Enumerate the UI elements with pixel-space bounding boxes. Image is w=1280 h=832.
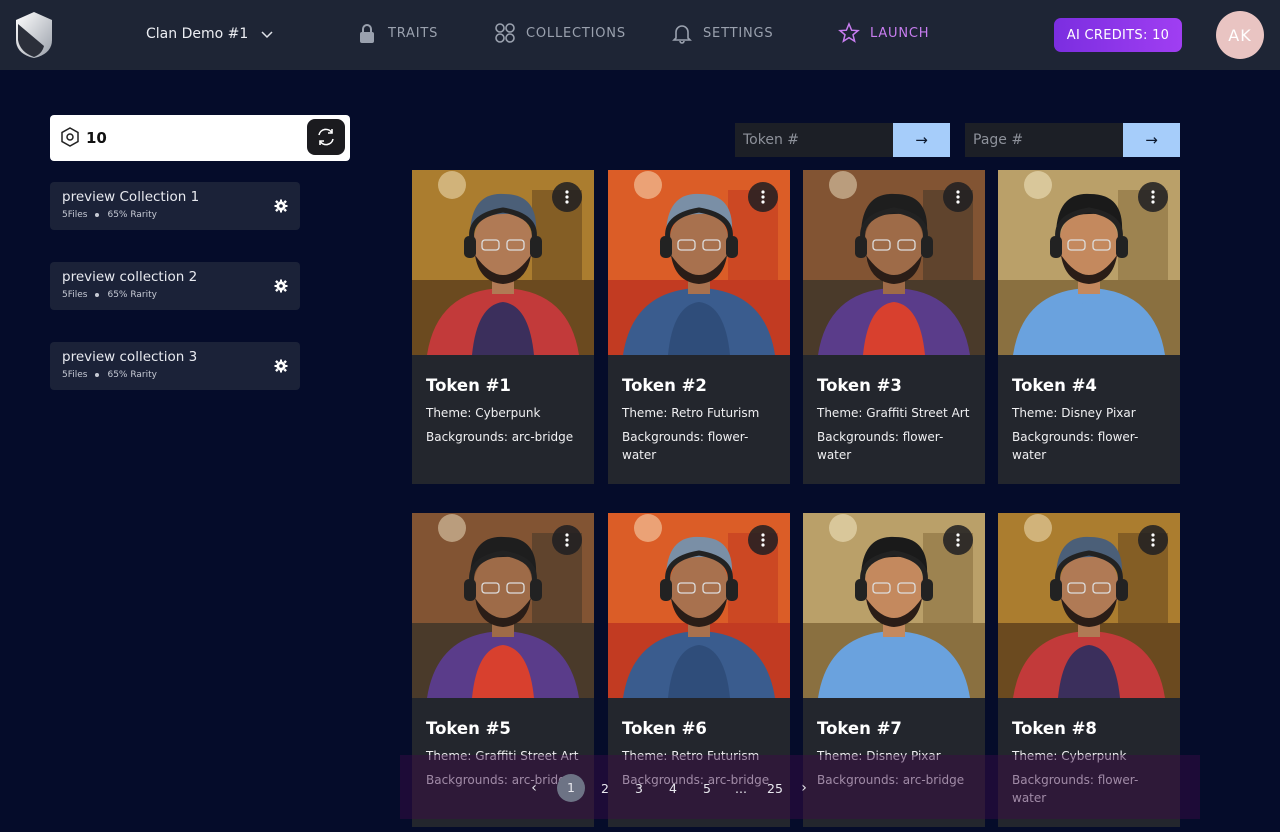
nav-settings[interactable]: SETTINGS: [671, 22, 773, 44]
user-avatar[interactable]: AK: [1216, 11, 1264, 59]
token-name: Token #2: [622, 376, 707, 395]
page-4-button[interactable]: 4: [656, 781, 690, 796]
token-name: Token #7: [817, 719, 902, 738]
lock-icon: [360, 24, 374, 43]
collection-meta: 5Files 65% Rarity: [62, 210, 157, 220]
token-backgrounds: Backgrounds: flower-water: [622, 430, 749, 462]
page-search: →: [965, 123, 1180, 157]
page-3-button[interactable]: 3: [622, 781, 656, 796]
separator-dot: [95, 213, 100, 217]
more-vertical-icon: [1151, 190, 1155, 204]
token-search: →: [735, 123, 950, 157]
bell-icon: [672, 25, 692, 44]
more-options-button[interactable]: [1138, 525, 1168, 555]
collection-card[interactable]: preview collection 2 5Files 65% Rarity: [50, 262, 300, 310]
more-vertical-icon: [1151, 533, 1155, 547]
collection-title: preview collection 2: [62, 269, 198, 285]
more-options-button[interactable]: [1138, 182, 1168, 212]
token-theme: Theme: Cyberpunk: [426, 406, 541, 420]
collection-files: 5Files: [62, 370, 88, 380]
separator-dot: [95, 373, 100, 377]
token-name: Token #8: [1012, 719, 1097, 738]
pagination-ellipsis: ...: [735, 780, 747, 796]
gear-icon[interactable]: [274, 199, 288, 213]
collection-title: preview collection 3: [62, 349, 198, 365]
next-page-button[interactable]: ›: [792, 780, 816, 796]
nav-launch[interactable]: LAUNCH: [838, 22, 929, 44]
nav-traits[interactable]: TRAITS: [356, 22, 438, 44]
nav-settings-label: SETTINGS: [703, 25, 774, 41]
collection-files: 5Files: [62, 290, 88, 300]
more-options-button[interactable]: [943, 525, 973, 555]
page-1-button[interactable]: 1: [557, 774, 585, 802]
gear-icon[interactable]: [274, 279, 288, 293]
collection-count-value: 10: [86, 129, 107, 147]
token-backgrounds: Backgrounds: arc-bridge: [426, 430, 574, 444]
token-card[interactable]: Token #1 Theme: Cyberpunk Backgrounds: a…: [412, 170, 594, 484]
more-vertical-icon: [761, 533, 765, 547]
token-backgrounds: Backgrounds: flower-water: [817, 430, 944, 462]
collection-rarity: 65% Rarity: [107, 290, 157, 300]
collection-rarity: 65% Rarity: [107, 210, 157, 220]
collection-meta: 5Files 65% Rarity: [62, 370, 157, 380]
refresh-button[interactable]: [307, 119, 345, 155]
token-name: Token #6: [622, 719, 707, 738]
more-vertical-icon: [956, 190, 960, 204]
gear-icon[interactable]: [274, 359, 288, 373]
more-options-button[interactable]: [748, 525, 778, 555]
page-go-button[interactable]: →: [1123, 123, 1180, 157]
token-go-button[interactable]: →: [893, 123, 950, 157]
token-card[interactable]: Token #3 Theme: Graffiti Street Art Back…: [803, 170, 985, 484]
collection-files: 5Files: [62, 210, 88, 220]
grid-circles-icon: [495, 23, 515, 43]
collection-card[interactable]: preview collection 3 5Files 65% Rarity: [50, 342, 300, 390]
token-theme: Theme: Graffiti Street Art: [817, 406, 970, 420]
chevron-down-icon: [261, 31, 273, 39]
token-name: Token #4: [1012, 376, 1097, 395]
more-options-button[interactable]: [748, 182, 778, 212]
token-card[interactable]: Token #2 Theme: Retro Futurism Backgroun…: [608, 170, 790, 484]
token-name: Token #5: [426, 719, 511, 738]
more-options-button[interactable]: [552, 182, 582, 212]
refresh-icon: [318, 128, 334, 146]
more-vertical-icon: [761, 190, 765, 204]
more-options-button[interactable]: [943, 182, 973, 212]
token-theme: Theme: Disney Pixar: [1012, 406, 1136, 420]
top-navigation-bar: Clan Demo #1 TRAITS COLLECTIONS SETTINGS…: [0, 0, 1280, 70]
collection-title: preview Collection 1: [62, 189, 200, 205]
collection-meta: 5Files 65% Rarity: [62, 290, 157, 300]
nav-collections[interactable]: COLLECTIONS: [494, 22, 626, 44]
ai-credits-button[interactable]: AI CREDITS: 10: [1054, 18, 1182, 52]
nav-traits-label: TRAITS: [388, 25, 439, 41]
collection-count-box: 10: [50, 115, 350, 161]
prev-page-button[interactable]: ‹: [522, 780, 546, 796]
token-backgrounds: Backgrounds: flower-water: [1012, 430, 1139, 462]
more-vertical-icon: [956, 533, 960, 547]
project-selector[interactable]: Clan Demo #1: [146, 26, 274, 42]
collection-card[interactable]: preview Collection 1 5Files 65% Rarity: [50, 182, 300, 230]
page-number-input[interactable]: [965, 123, 1123, 157]
page-5-button[interactable]: 5: [690, 781, 724, 796]
token-name: Token #1: [426, 376, 511, 395]
page-25-button[interactable]: 25: [758, 781, 792, 796]
nav-launch-label: LAUNCH: [870, 25, 930, 41]
collection-rarity: 65% Rarity: [107, 370, 157, 380]
nav-collections-label: COLLECTIONS: [526, 25, 626, 41]
project-name: Clan Demo #1: [146, 26, 249, 42]
separator-dot: [95, 293, 100, 297]
token-number-input[interactable]: [735, 123, 893, 157]
more-options-button[interactable]: [552, 525, 582, 555]
pagination: ‹ 1 2 3 4 5 ... 25 ›: [522, 774, 816, 802]
token-name: Token #3: [817, 376, 902, 395]
token-card[interactable]: Token #4 Theme: Disney Pixar Backgrounds…: [998, 170, 1180, 484]
more-vertical-icon: [565, 190, 569, 204]
hexagon-icon: [61, 127, 79, 147]
star-icon: [838, 22, 860, 43]
shield-logo-icon[interactable]: [14, 10, 54, 58]
page-2-button[interactable]: 2: [588, 781, 622, 796]
more-vertical-icon: [565, 533, 569, 547]
token-theme: Theme: Retro Futurism: [622, 406, 760, 420]
